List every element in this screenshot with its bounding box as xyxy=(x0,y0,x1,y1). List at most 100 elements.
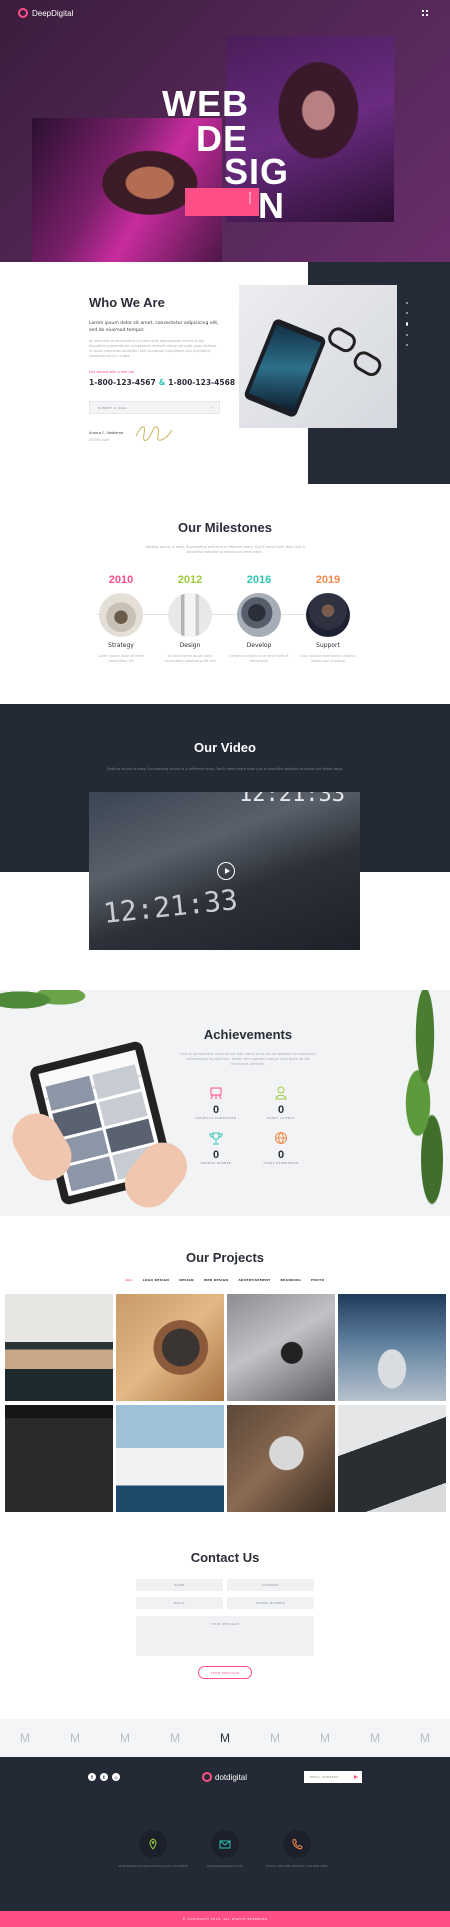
milestone-year: 2010 xyxy=(108,574,134,586)
logo-text: DeepDigital xyxy=(32,8,74,18)
brand-logo[interactable]: M xyxy=(67,1731,83,1745)
hero-word-4: N xyxy=(258,185,285,226)
project-item-notebook[interactable] xyxy=(116,1405,224,1512)
plant-image xyxy=(0,990,90,1020)
milestone-title: Support xyxy=(316,642,340,649)
person-name: Aurora C. Nadiame xyxy=(89,431,124,435)
milestone-year: 2019 xyxy=(315,574,341,586)
logo-icon xyxy=(202,1772,212,1782)
filter-logo-design[interactable]: LOGO DESIGN xyxy=(143,1278,170,1282)
milestone-image-strategy xyxy=(99,593,143,637)
video-title: Our Video xyxy=(194,740,256,755)
newsletter-input[interactable]: EMAIL ADDRESS xyxy=(304,1771,362,1783)
instagram-icon[interactable]: ◎ xyxy=(112,1773,120,1781)
brand-logo[interactable]: M xyxy=(317,1731,333,1745)
signature-image xyxy=(135,426,173,441)
project-item-youtube[interactable] xyxy=(5,1405,113,1512)
phone-1[interactable]: 1-800-123-4567 xyxy=(89,378,156,387)
achievement-label: AWARDS WINNED xyxy=(200,1161,232,1165)
footer-logo[interactable]: dotdigital xyxy=(202,1772,247,1782)
twitter-icon[interactable]: t xyxy=(100,1773,108,1781)
filter-advertisement[interactable]: ADVERTISEMENT xyxy=(238,1278,270,1282)
milestones-intro: Getting online is easy. Succeeding onlin… xyxy=(145,545,305,554)
location-icon xyxy=(139,1830,167,1858)
filter-photo[interactable]: PHOTO xyxy=(311,1278,324,1282)
brands-strip: M M M M M M M M M xyxy=(0,1719,450,1757)
logo-icon xyxy=(18,8,28,18)
hero-section: WEB DE SIG N DESIGN DeepDigital xyxy=(0,0,450,262)
hero-side-label: DESIGN xyxy=(248,192,252,204)
phone-2[interactable]: 1-800-123-4568 xyxy=(168,378,235,387)
arrow-right-icon: › xyxy=(210,404,213,411)
filter-all[interactable]: ALL xyxy=(126,1278,133,1282)
filter-branding[interactable]: BRANDING xyxy=(281,1278,301,1282)
milestone-year: 2016 xyxy=(246,574,272,586)
message-field[interactable]: YOUR MESSAGE xyxy=(136,1616,314,1656)
site-logo[interactable]: DeepDigital xyxy=(18,8,73,18)
project-item-desk[interactable] xyxy=(5,1294,113,1401)
project-item-headphones[interactable] xyxy=(116,1294,224,1401)
milestone-year: 2012 xyxy=(177,574,203,586)
company-field[interactable]: COMPANY xyxy=(227,1579,314,1591)
send-message-button[interactable]: SEND MESSAGE xyxy=(198,1666,252,1679)
achievements-title: Achievements xyxy=(203,1027,293,1042)
milestone-desc: Sit amet lorem ipsum dolor consectetur a… xyxy=(164,654,216,663)
filter-design[interactable]: DESIGN xyxy=(179,1278,194,1282)
milestone-desc: Integer tincidunt ut sit amet ante et el… xyxy=(229,654,289,663)
phone-icon xyxy=(283,1830,311,1858)
name-field[interactable]: NAME xyxy=(136,1579,223,1591)
milestone-image-support xyxy=(306,593,350,637)
contact-label: Get started with a free call xyxy=(89,370,135,374)
brand-logo[interactable]: M xyxy=(267,1731,283,1745)
send-arrow-icon[interactable] xyxy=(354,1775,358,1779)
achievement-value: 0 xyxy=(212,1104,220,1116)
brand-logo[interactable]: M xyxy=(417,1731,433,1745)
easel-icon xyxy=(210,1087,222,1100)
trophy-icon xyxy=(209,1132,223,1145)
achievements-intro: Sed ut perspiciatis unde omnis iste natu… xyxy=(180,1052,316,1066)
facebook-icon[interactable]: f xyxy=(88,1773,96,1781)
video-intro: Getting online is easy. Succeeding onlin… xyxy=(106,767,344,771)
projects-title: Our Projects xyxy=(185,1250,265,1265)
hero-word-1: WEB xyxy=(162,83,249,124)
achievement-label: YEARS EXPERIENCE xyxy=(263,1161,299,1165)
menu-icon[interactable] xyxy=(422,10,428,16)
achievement-item: 0 PROJECTS COMPLETED xyxy=(186,1085,246,1120)
brand-logo[interactable]: M xyxy=(117,1731,133,1745)
person-role: CEO/Founder xyxy=(89,438,110,442)
achievement-value: 0 xyxy=(277,1104,285,1116)
milestone-title: Strategy xyxy=(108,642,134,649)
brand-logo[interactable]: M xyxy=(17,1731,33,1745)
video-player[interactable]: 12:21:33 12:21:33 xyxy=(89,792,360,950)
phone-numbers: 1-800-123-4567 & 1-800-123-4568 xyxy=(89,378,235,387)
footer-email[interactable]: example@example.com xyxy=(190,1864,260,1869)
project-item-laptop[interactable] xyxy=(227,1405,335,1512)
who-photo xyxy=(239,285,397,428)
brand-logo[interactable]: M xyxy=(217,1731,233,1745)
person-icon xyxy=(275,1086,287,1100)
brand-logo[interactable]: M xyxy=(167,1731,183,1745)
contact-title: Contact Us xyxy=(190,1550,260,1565)
copyright-bar: © COPYRIGHT 2019. ALL RIGHTS RESERVED xyxy=(0,1911,450,1927)
video-thumb-clock: 12:21:33 xyxy=(101,883,240,930)
play-icon[interactable] xyxy=(217,862,235,880)
milestone-desc: Quis nostrud exercitation ullamco labori… xyxy=(300,654,356,663)
globe-icon xyxy=(275,1132,287,1144)
project-item-phone[interactable] xyxy=(338,1294,446,1401)
submit-call-button[interactable]: SUBMIT A CALL › xyxy=(89,401,220,414)
email-field[interactable]: EMAIL xyxy=(136,1597,223,1609)
submit-call-label: SUBMIT A CALL xyxy=(98,405,128,410)
video-thumb-clock-2: 12:21:33 xyxy=(239,792,345,807)
plant-image xyxy=(390,990,450,1216)
slider-dots[interactable] xyxy=(406,302,408,346)
filter-web-design[interactable]: WEB DESIGN xyxy=(204,1278,228,1282)
project-item-planner[interactable] xyxy=(338,1405,446,1512)
phone-field[interactable]: PHONE NUMBER xyxy=(227,1597,314,1609)
tablet-photo xyxy=(0,990,200,1216)
milestone-title: Develop xyxy=(246,642,272,649)
brand-logo[interactable]: M xyxy=(367,1731,383,1745)
achievement-item: 0 HAPPY CLIENTS xyxy=(251,1085,311,1120)
milestone-image-develop xyxy=(237,593,281,637)
project-item-camera[interactable] xyxy=(227,1294,335,1401)
who-lead: Lorem ipsum dolor sit amet, consectetur … xyxy=(89,321,219,333)
